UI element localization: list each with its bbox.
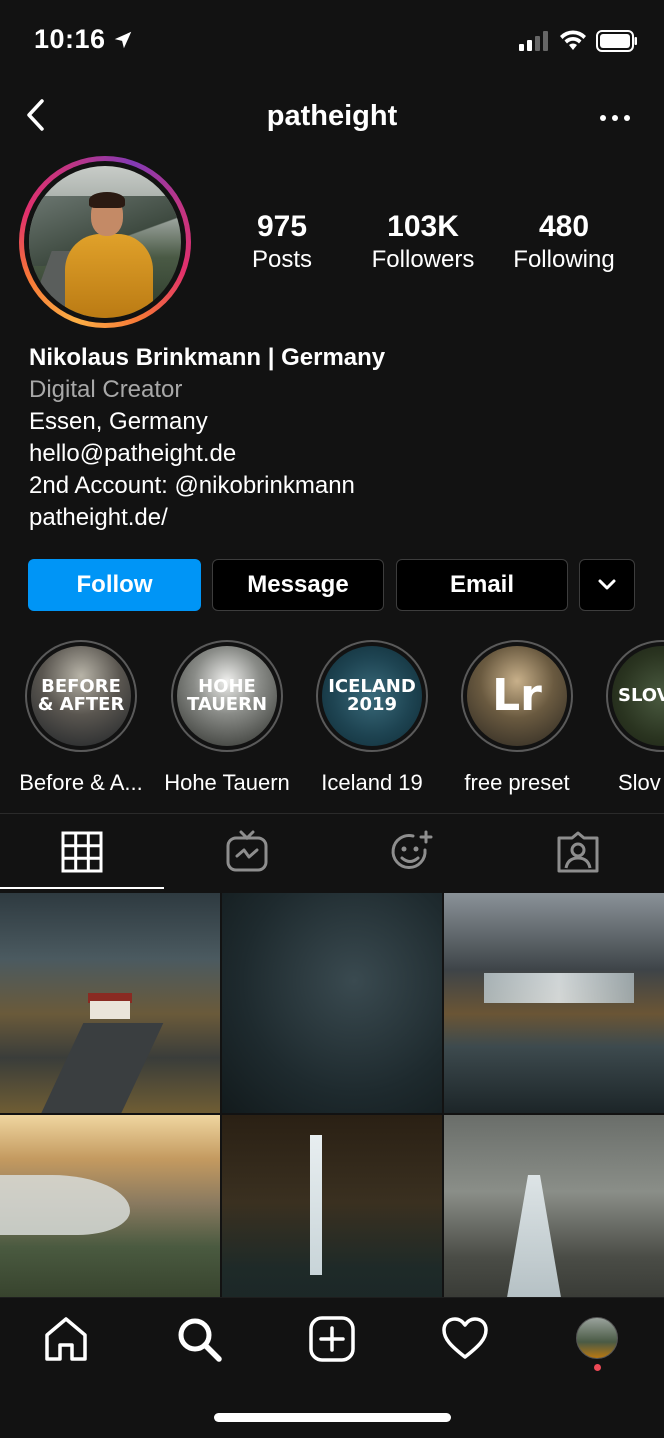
home-indicator <box>214 1413 451 1422</box>
highlight-hohe-tauern[interactable]: HOHE TAUERN Hohe Tauern <box>154 640 300 796</box>
new-post-icon <box>309 1316 355 1362</box>
profile-bio: Nikolaus Brinkmann | Germany Digital Cre… <box>29 342 649 534</box>
home-icon <box>45 1317 87 1361</box>
stat-value: 975 <box>256 210 308 243</box>
profile-name: Nikolaus Brinkmann | Germany <box>29 344 386 371</box>
tab-divider <box>0 813 664 814</box>
highlight-ring: SLOV <box>606 640 664 752</box>
highlight-iceland-19[interactable]: ICELAND 2019 Iceland 19 <box>299 640 445 796</box>
avatar-photo <box>29 166 181 318</box>
profile-location: Essen, Germany <box>29 408 208 435</box>
highlight-ring: ICELAND 2019 <box>316 640 428 752</box>
status-time: 10:16 <box>34 24 106 54</box>
stat-label: Followers <box>371 246 475 273</box>
email-button[interactable]: Email <box>396 559 568 611</box>
igtv-icon <box>226 830 268 872</box>
stat-following[interactable]: 480 Following <box>494 210 634 274</box>
search-icon <box>178 1318 222 1362</box>
highlight-label: Before & A... <box>19 770 143 795</box>
post-thumbnail[interactable] <box>444 893 664 1113</box>
highlight-label: Slov <box>618 770 661 795</box>
stat-value: 480 <box>538 210 590 243</box>
nav-search[interactable] <box>175 1315 223 1363</box>
tab-effects[interactable] <box>389 830 433 874</box>
follow-button[interactable]: Follow <box>28 559 201 611</box>
tab-igtv[interactable] <box>225 830 269 874</box>
stat-label: Posts <box>251 246 313 273</box>
chevron-down-icon <box>598 579 616 590</box>
nav-home[interactable] <box>42 1315 90 1363</box>
message-button[interactable]: Message <box>212 559 384 611</box>
active-tab-indicator <box>0 887 164 889</box>
activity-heart-icon <box>442 1317 488 1359</box>
highlight-ring: BEFORE & AFTER <box>25 640 137 752</box>
tagged-icon <box>557 831 599 873</box>
more-options-icon[interactable] <box>598 108 632 128</box>
effects-icon <box>391 830 433 869</box>
suggested-accounts-button[interactable] <box>579 559 635 611</box>
highlight-free-preset[interactable]: Lr free preset <box>444 640 590 796</box>
lightroom-logo-icon: Lr <box>467 646 567 746</box>
stat-posts[interactable]: 975 Posts <box>212 210 352 274</box>
profile-category: Digital Creator <box>29 376 183 403</box>
highlight-ring: HOHE TAUERN <box>171 640 283 752</box>
highlight-label: Iceland 19 <box>321 770 423 795</box>
highlight-before-after[interactable]: BEFORE & AFTER Before & A... <box>8 640 154 796</box>
profile-email: hello@patheight.de <box>29 440 237 467</box>
profile-website-link[interactable]: patheight.de/ <box>29 502 649 534</box>
post-thumbnail[interactable] <box>222 893 442 1113</box>
status-bar: 10:16 <box>0 0 664 80</box>
battery-icon <box>596 30 637 52</box>
tab-posts-grid[interactable] <box>60 830 104 874</box>
highlight-cover: HOHE TAUERN <box>177 646 277 746</box>
avatar <box>24 161 186 323</box>
notification-dot <box>594 1364 601 1371</box>
highlight-label: free preset <box>464 770 570 795</box>
nav-activity[interactable] <box>441 1315 489 1363</box>
nav-new-post[interactable] <box>308 1315 356 1363</box>
grid-icon <box>61 831 103 873</box>
highlight-cover: BEFORE & AFTER <box>31 646 131 746</box>
tab-tagged[interactable] <box>556 830 600 874</box>
wifi-icon <box>560 30 586 50</box>
highlight-cover: SLOV <box>612 646 664 746</box>
highlight-label: Hohe Tauern <box>164 770 290 795</box>
cellular-signal-icon <box>519 31 548 51</box>
post-thumbnail[interactable] <box>0 893 220 1113</box>
profile-second-account: 2nd Account: @nikobrinkmann <box>29 472 355 499</box>
nav-profile-avatar[interactable] <box>576 1317 618 1359</box>
page-title: patheight <box>266 100 398 132</box>
profile-avatar-story-ring[interactable] <box>19 156 191 328</box>
location-arrow-icon <box>114 31 132 49</box>
stat-followers[interactable]: 103K Followers <box>353 210 493 274</box>
stat-value: 103K <box>387 210 459 243</box>
highlight-slov[interactable]: SLOV Slov <box>590 640 664 796</box>
highlight-ring: Lr <box>461 640 573 752</box>
stat-label: Following <box>513 246 615 273</box>
highlight-cover: ICELAND 2019 <box>322 646 422 746</box>
